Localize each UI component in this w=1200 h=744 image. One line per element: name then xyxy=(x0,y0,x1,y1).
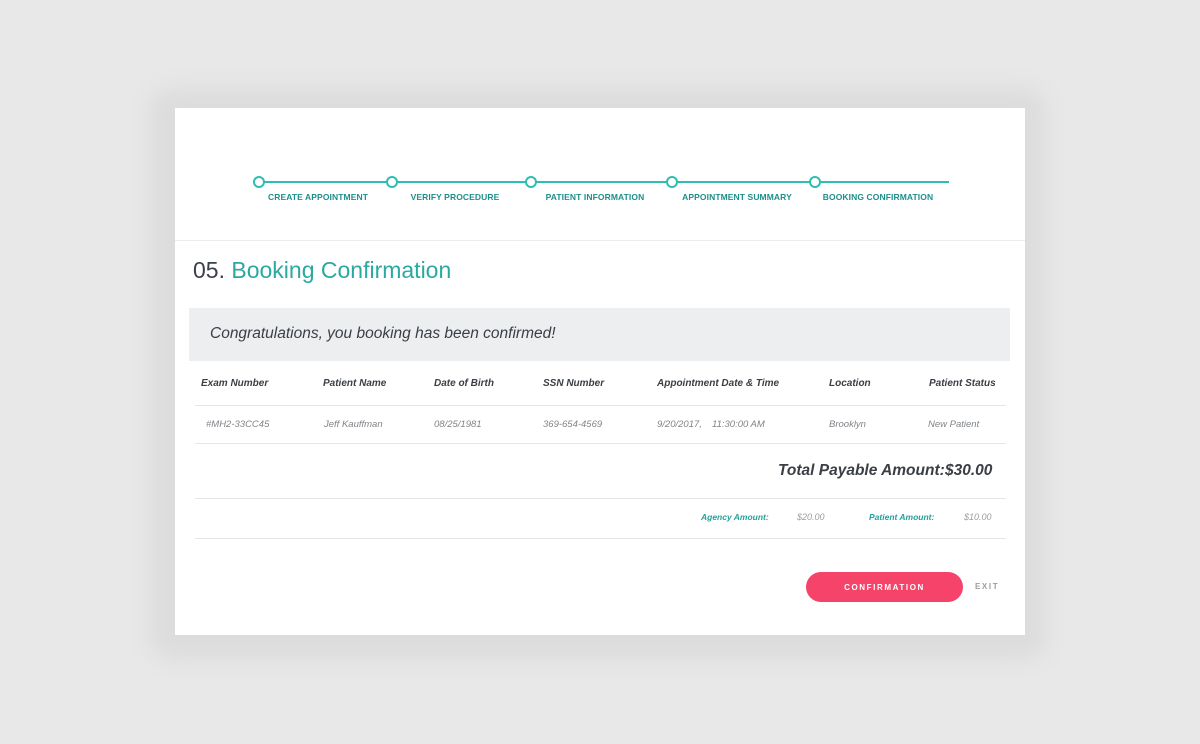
column-header-patient-status: Patient Status xyxy=(929,378,996,389)
cell-date-of-birth: 08/25/1981 xyxy=(434,419,482,430)
step-label-create-appointment[interactable]: CREATE APPOINTMENT xyxy=(238,192,398,202)
table-divider xyxy=(195,443,1006,444)
step-dot-verify-procedure[interactable] xyxy=(386,176,398,188)
booking-card: CREATE APPOINTMENT VERIFY PROCEDURE PATI… xyxy=(175,108,1025,635)
column-header-ssn-number: SSN Number xyxy=(543,378,605,389)
column-header-exam-number: Exam Number xyxy=(201,378,269,389)
page-title-text: Booking Confirmation xyxy=(231,257,452,283)
patient-amount-value: $10.00 xyxy=(964,512,992,522)
column-header-patient-name: Patient Name xyxy=(323,378,387,389)
step-number: 05. xyxy=(193,257,225,283)
cell-appointment-time: 11:30:00 AM xyxy=(712,419,765,430)
column-header-appointment-date-time: Appointment Date & Time xyxy=(657,378,780,389)
confirmation-message: Congratulations, you booking has been co… xyxy=(210,325,556,342)
progress-line xyxy=(259,181,949,183)
page-title: 05. Booking Confirmation xyxy=(193,257,451,284)
total-payable-value: $30.00 xyxy=(945,462,993,479)
progress-steps: CREATE APPOINTMENT VERIFY PROCEDURE PATI… xyxy=(175,108,1025,241)
table-divider xyxy=(195,405,1006,406)
confirmation-button[interactable]: CONFIRMATION xyxy=(806,572,963,602)
confirmation-banner: Congratulations, you booking has been co… xyxy=(189,308,1010,361)
step-label-patient-information[interactable]: PATIENT INFORMATION xyxy=(515,192,675,202)
totals-divider xyxy=(195,498,1006,499)
totals-divider xyxy=(195,538,1006,539)
cell-patient-status: New Patient xyxy=(928,419,980,430)
agency-amount-label: Agency Amount: xyxy=(701,512,769,522)
column-header-location: Location xyxy=(829,378,871,389)
cell-appointment-date: 9/20/2017, xyxy=(657,419,702,430)
cell-location: Brooklyn xyxy=(829,419,866,430)
step-dot-booking-confirmation[interactable] xyxy=(809,176,821,188)
exit-link[interactable]: EXIT xyxy=(975,582,999,591)
total-payable-label: Total Payable Amount: xyxy=(778,462,945,479)
step-dot-appointment-summary[interactable] xyxy=(666,176,678,188)
cell-exam-number: #MH2-33CC45 xyxy=(206,419,270,430)
step-dot-patient-information[interactable] xyxy=(525,176,537,188)
cell-patient-name: Jeff Kauffman xyxy=(324,419,383,430)
agency-amount-value: $20.00 xyxy=(797,512,825,522)
cell-ssn-number: 369-654-4569 xyxy=(543,419,603,430)
step-label-booking-confirmation[interactable]: BOOKING CONFIRMATION xyxy=(798,192,958,202)
step-dot-create-appointment[interactable] xyxy=(253,176,265,188)
patient-amount-label: Patient Amount: xyxy=(869,512,935,522)
column-header-date-of-birth: Date of Birth xyxy=(434,378,494,389)
step-label-appointment-summary[interactable]: APPOINTMENT SUMMARY xyxy=(657,192,817,202)
step-label-verify-procedure[interactable]: VERIFY PROCEDURE xyxy=(375,192,535,202)
